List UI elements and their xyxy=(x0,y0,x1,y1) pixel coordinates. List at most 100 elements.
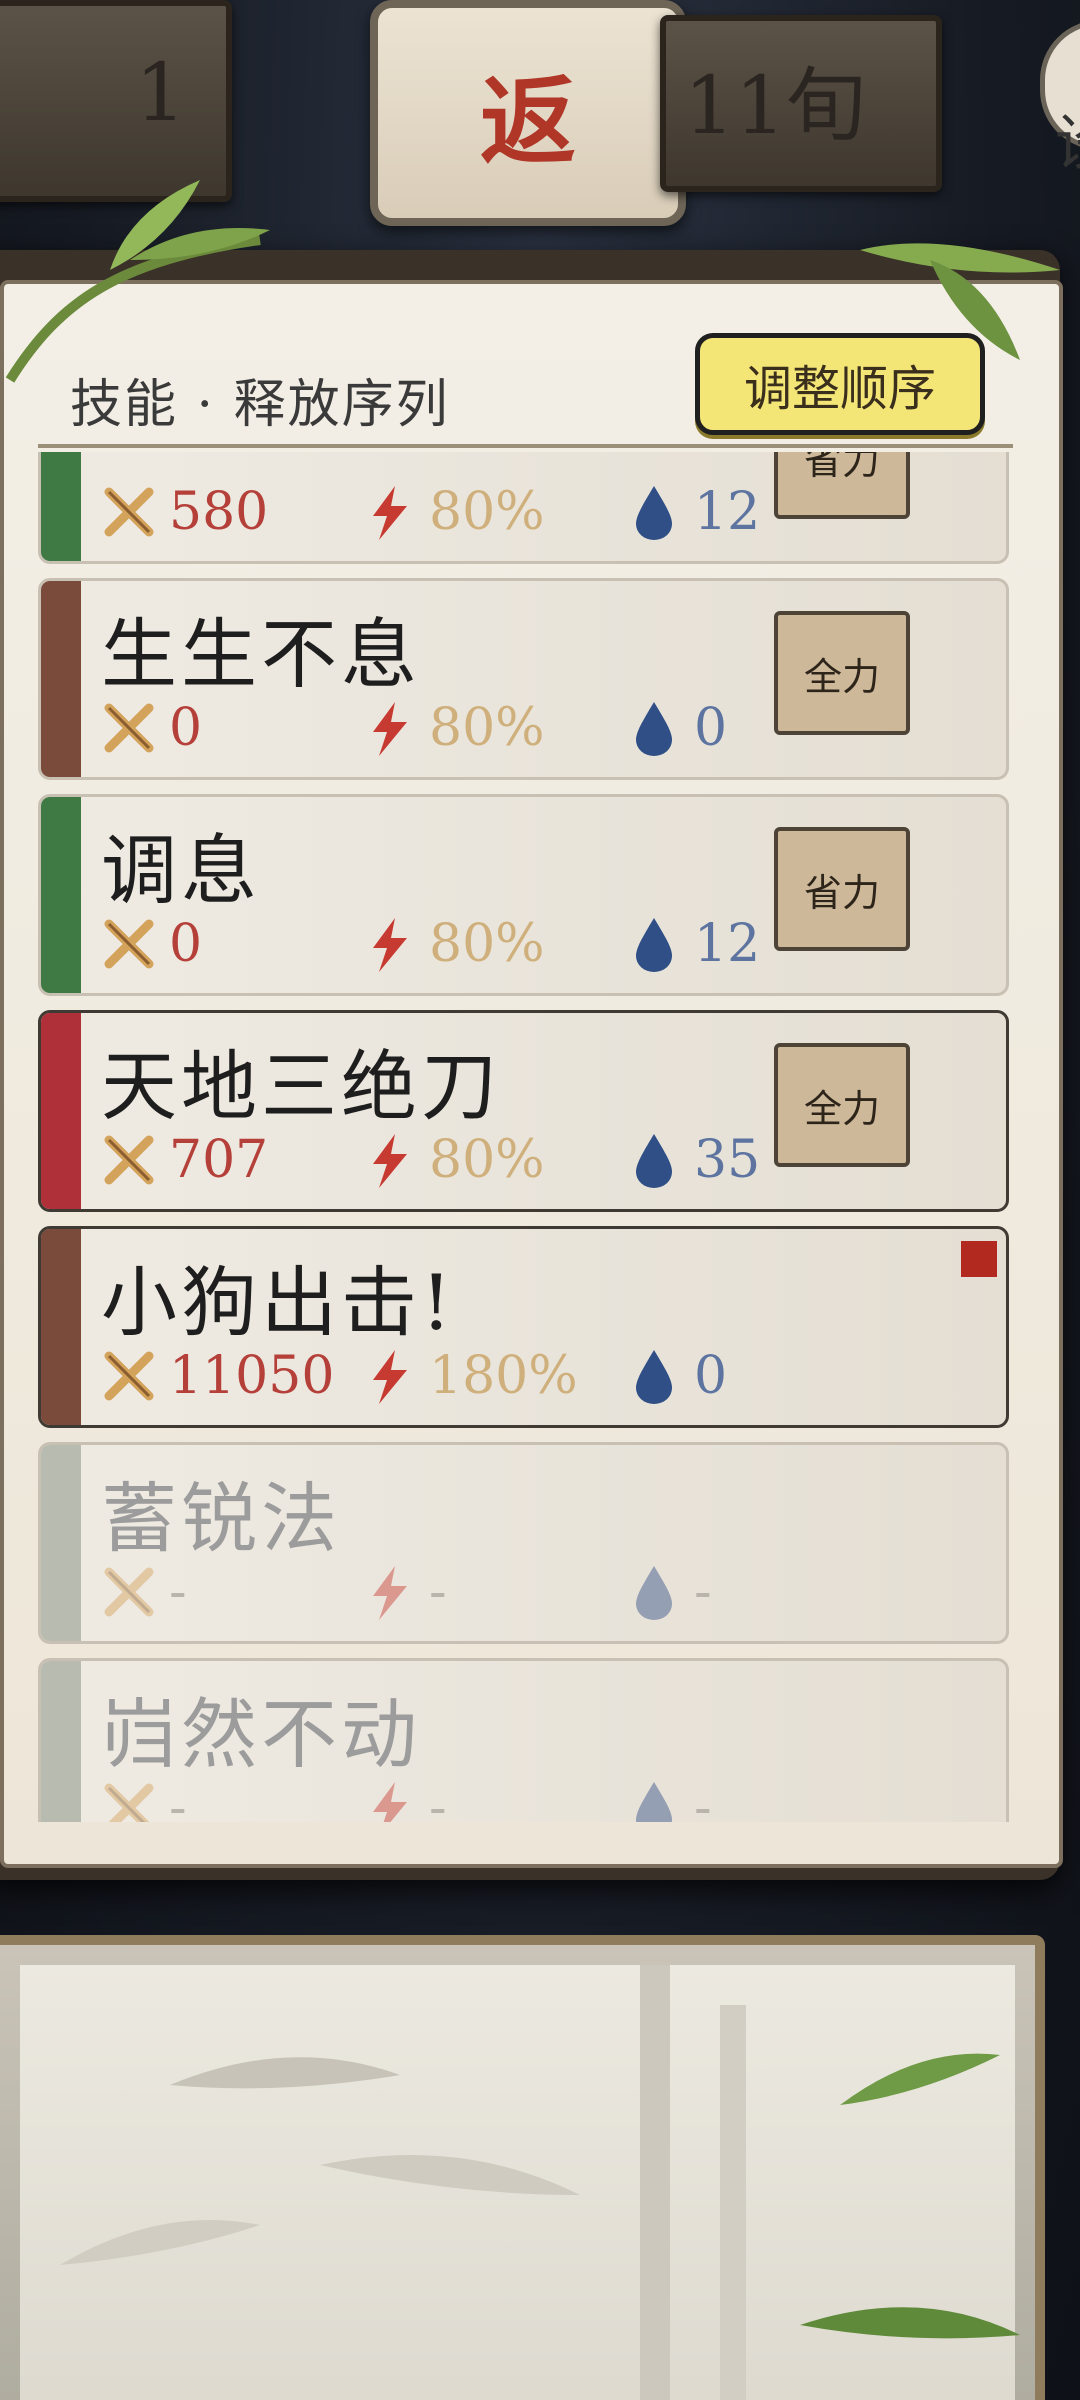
bottom-panel-canvas xyxy=(20,1965,1020,2400)
rate-stat: - xyxy=(361,1557,447,1627)
skill-card[interactable]: 小狗出击! 11050 180% 0 xyxy=(38,1226,1009,1428)
mana-value: 0 xyxy=(694,1346,728,1406)
crossed-swords-icon xyxy=(104,1783,154,1822)
effort-mode-button[interactable]: 全力 xyxy=(774,611,910,735)
attack-value: - xyxy=(169,1562,187,1622)
attack-stat: - xyxy=(101,1773,187,1822)
lightning-icon xyxy=(373,918,407,972)
attack-value: 0 xyxy=(169,698,203,758)
lightning-icon xyxy=(373,1566,407,1620)
mana-stat: 12 xyxy=(626,909,760,979)
water-drop-icon xyxy=(636,1134,672,1188)
left-plank-sign: 1 xyxy=(0,0,232,202)
mana-value: 0 xyxy=(694,698,728,758)
skill-name: 调息 xyxy=(101,826,261,915)
skill-color-stripe xyxy=(41,1445,81,1641)
crossed-swords-icon xyxy=(104,1351,154,1401)
skill-card[interactable]: 天地三绝刀 707 80% 35 全力 xyxy=(38,1010,1009,1212)
skill-color-stripe xyxy=(41,797,81,993)
skill-card[interactable]: 岿然不动 - - - xyxy=(38,1658,1009,1822)
water-drop-icon xyxy=(636,1782,672,1822)
rate-stat: 80% xyxy=(361,909,545,979)
mana-stat: 0 xyxy=(626,693,727,763)
water-drop-icon xyxy=(636,918,672,972)
skill-name: 天地三绝刀 xyxy=(101,1042,501,1131)
rate-value: - xyxy=(429,1562,447,1622)
mana-value: - xyxy=(694,1778,712,1822)
effort-mode-button[interactable]: 省力 xyxy=(774,827,910,951)
rate-value: 80% xyxy=(429,1130,545,1190)
lightning-icon xyxy=(373,1134,407,1188)
rate-stat: - xyxy=(361,1773,447,1822)
rate-value: - xyxy=(429,1778,447,1822)
mana-value: 12 xyxy=(694,482,761,542)
mana-stat: 35 xyxy=(626,1125,760,1195)
attack-value: 11050 xyxy=(169,1346,335,1406)
lightning-icon xyxy=(373,1350,407,1404)
crossed-swords-icon xyxy=(104,919,154,969)
rate-value: 80% xyxy=(429,914,545,974)
crossed-swords-icon xyxy=(104,703,154,753)
water-drop-icon xyxy=(636,486,672,540)
attack-stat: 11050 xyxy=(101,1341,334,1411)
mana-stat: - xyxy=(626,1773,712,1822)
water-drop-icon xyxy=(636,702,672,756)
skill-name: 蓄锐法 xyxy=(101,1474,341,1563)
lightning-icon xyxy=(373,702,407,756)
crossed-swords-icon xyxy=(104,1567,154,1617)
lightning-icon xyxy=(373,486,407,540)
rate-value: 180% xyxy=(429,1346,578,1406)
mana-stat: - xyxy=(626,1557,712,1627)
water-drop-icon xyxy=(636,1566,672,1620)
attack-stat: - xyxy=(101,1557,187,1627)
attack-stat: 580 xyxy=(101,477,268,547)
panel-title: 技能 · 释放序列 xyxy=(70,375,450,435)
rate-stat: 80% xyxy=(361,693,545,763)
rate-value: 80% xyxy=(429,698,545,758)
game-screen: 1 返 11旬 设 技能 · 释放序列 调整顺序 58080%12省力生生不息0… xyxy=(0,0,1080,2400)
skill-color-stripe xyxy=(41,1661,81,1822)
title-divider xyxy=(38,444,1013,448)
mana-stat: 12 xyxy=(626,477,760,547)
rate-stat: 80% xyxy=(361,477,545,547)
new-marker-badge xyxy=(961,1241,997,1277)
skill-card[interactable]: 调息 0 80% 12 省力 xyxy=(38,794,1009,996)
rate-stat: 180% xyxy=(361,1341,578,1411)
back-button[interactable]: 返 xyxy=(370,0,686,226)
water-drop-icon xyxy=(636,1350,672,1404)
attack-stat: 0 xyxy=(101,909,202,979)
rate-value: 80% xyxy=(429,482,545,542)
bottom-panel xyxy=(0,1935,1045,2400)
age-text: 11旬 xyxy=(684,59,866,152)
bamboo-painting xyxy=(60,1965,1020,2400)
skill-card[interactable]: 蓄锐法 - - - xyxy=(38,1442,1009,1644)
mana-value: 35 xyxy=(694,1130,761,1190)
attack-stat: 707 xyxy=(101,1125,268,1195)
age-plank-sign: 11旬 xyxy=(660,15,942,192)
crossed-swords-icon xyxy=(104,1135,154,1185)
back-button-label: 返 xyxy=(480,64,576,178)
settings-label: 设 xyxy=(1055,95,1080,182)
attack-stat: 0 xyxy=(101,693,202,763)
mana-stat: 0 xyxy=(626,1341,727,1411)
skill-card[interactable]: 580 80% 12 省力 xyxy=(38,452,1009,564)
settings-button[interactable]: 设 xyxy=(1040,20,1080,179)
skill-color-stripe xyxy=(41,581,81,777)
adjust-order-button[interactable]: 调整顺序 xyxy=(695,333,985,435)
skill-list[interactable]: 580 80% 12 省力 生生不息 0 80% 0 全力 调息 0 80% 12 省力 天地三绝刀 707 8… xyxy=(38,452,1013,1822)
effort-mode-button[interactable]: 全力 xyxy=(774,1043,910,1167)
attack-value: - xyxy=(169,1778,187,1822)
skill-name: 生生不息 xyxy=(101,610,421,699)
attack-value: 0 xyxy=(169,914,203,974)
effort-mode-button[interactable]: 省力 xyxy=(774,452,910,519)
skill-color-stripe xyxy=(41,1013,81,1209)
skill-color-stripe xyxy=(41,452,81,561)
attack-value: 580 xyxy=(169,482,269,542)
rate-stat: 80% xyxy=(361,1125,545,1195)
mana-value: - xyxy=(694,1562,712,1622)
skill-card[interactable]: 生生不息 0 80% 0 全力 xyxy=(38,578,1009,780)
crossed-swords-icon xyxy=(104,487,154,537)
mana-value: 12 xyxy=(694,914,761,974)
lightning-icon xyxy=(373,1782,407,1822)
skill-name: 小狗出击! xyxy=(101,1258,456,1347)
